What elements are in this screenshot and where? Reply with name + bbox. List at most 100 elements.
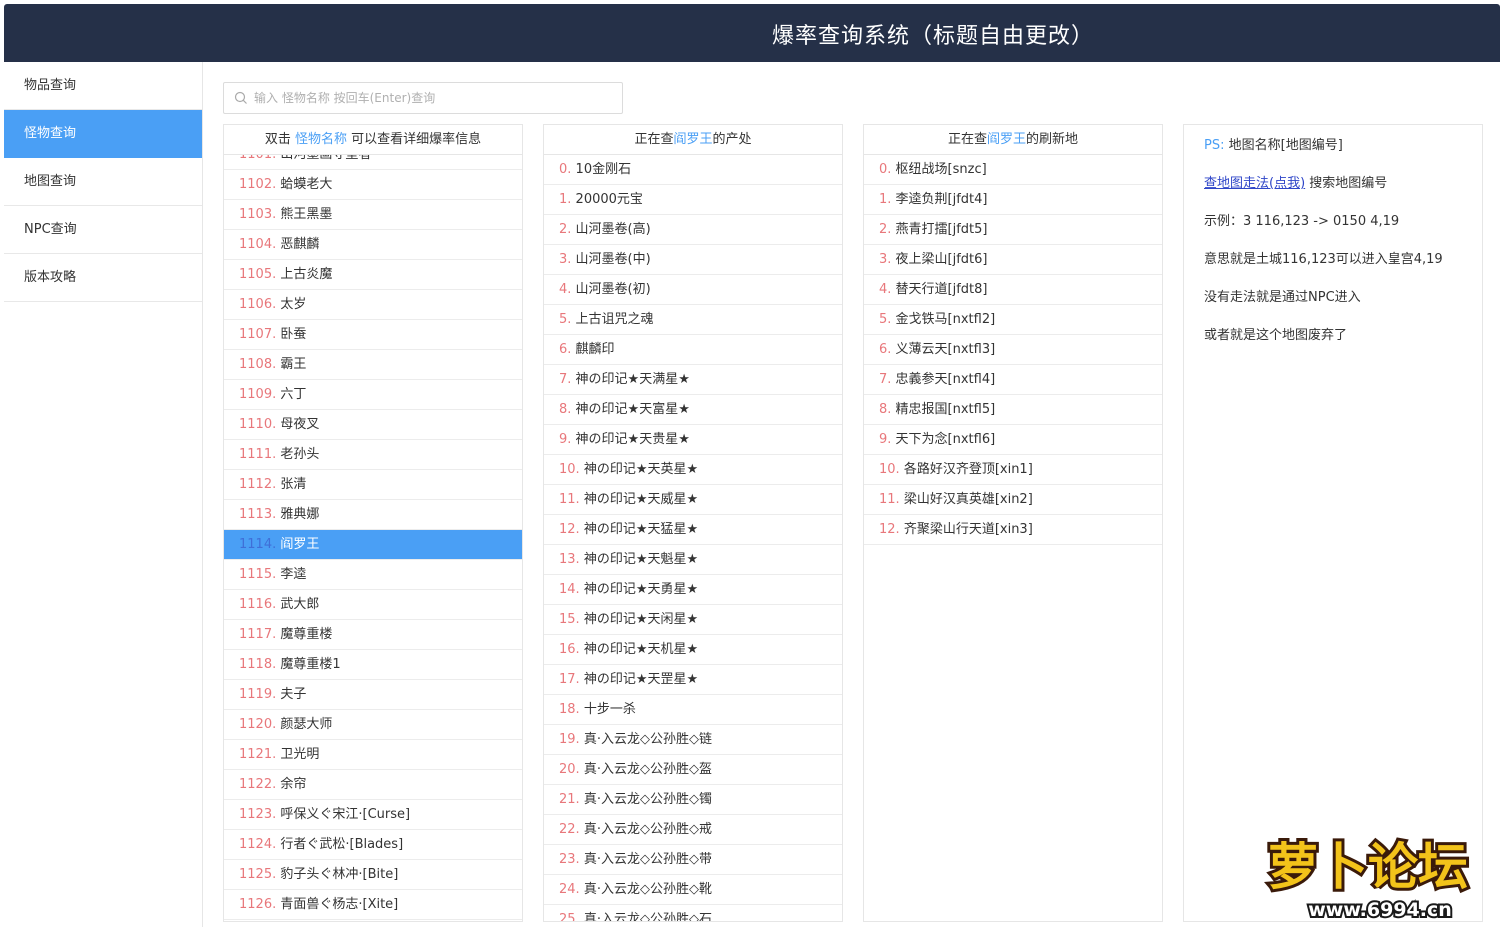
row-name: 呼保义ぐ宋江·[Curse] [280,807,411,822]
sidebar-item-item-query[interactable]: 物品查询 [4,62,202,110]
row-index-dot: . [575,642,584,657]
monster-row[interactable]: 1104. 恶麒麟 [224,230,522,260]
map-row[interactable]: 12. 齐聚梁山行天道[xin3] [864,515,1162,545]
row-name: 卧蚕 [280,327,307,342]
monster-row[interactable]: 1120. 颜瑟大师 [224,710,522,740]
sidebar-item-npc-query[interactable]: NPC查询 [4,206,202,254]
monster-row[interactable]: 1114. 阎罗王 [224,530,522,560]
map-route-link[interactable]: 查地图走法(点我) [1204,176,1305,191]
monster-row[interactable]: 1110. 母夜叉 [224,410,522,440]
monster-row[interactable]: 1102. 蛤蟆老大 [224,170,522,200]
row-name: 神の印记★天罡星★ [583,672,699,687]
drop-row[interactable]: 24. 真·入云龙◇公孙胜◇靴 [544,875,842,905]
monster-row[interactable]: 1122. 余帘 [224,770,522,800]
monster-row[interactable]: 1116. 武大郎 [224,590,522,620]
monster-row[interactable]: 1115. 李逵 [224,560,522,590]
row-name: 阎罗王 [280,537,320,552]
row-index-dot: . [895,462,904,477]
monster-row[interactable]: 1119. 夫子 [224,680,522,710]
row-name: 夫子 [280,687,307,702]
monster-row[interactable]: 1123. 呼保义ぐ宋江·[Curse] [224,800,522,830]
drop-row[interactable]: 5. 上古诅咒之魂 [544,305,842,335]
drop-row[interactable]: 18. 十步一杀 [544,695,842,725]
monster-list[interactable]: 1101. 山河墨画守壁者1102. 蛤蟆老大1103. 熊王黑墨1104. 恶… [224,155,522,921]
search-box[interactable] [223,82,623,114]
drop-row[interactable]: 16. 神の印记★天机星★ [544,635,842,665]
monster-row[interactable]: 1109. 六丁 [224,380,522,410]
monster-row[interactable]: 1112. 张清 [224,470,522,500]
row-name: 金戈铁马[nxtfl2] [895,312,996,327]
drop-row[interactable]: 10. 神の印记★天英星★ [544,455,842,485]
drop-row[interactable]: 25. 真·入云龙◇公孙胜◇石 [544,905,842,922]
map-row[interactable]: 8. 精忠报国[nxtfl5] [864,395,1162,425]
monster-row[interactable]: 1117. 魔尊重楼 [224,620,522,650]
maps-list[interactable]: 0. 枢纽战场[snzc] 1. 李逵负荆[jfdt4] 2. 燕青打擂[jfdt5… [864,155,1162,921]
drop-row[interactable]: 0. 10金刚石 [544,155,842,185]
monster-row[interactable]: 1107. 卧蚕 [224,320,522,350]
drop-row[interactable]: 12. 神の印记★天猛星★ [544,515,842,545]
map-row[interactable]: 10. 各路好汉齐登顶[xin1] [864,455,1162,485]
row-index: 23 [559,852,576,867]
row-name: 神の印记★天勇星★ [583,582,699,597]
monster-row[interactable]: 1118. 魔尊重楼1 [224,650,522,680]
drop-row[interactable]: 22. 真·入云龙◇公孙胜◇戒 [544,815,842,845]
drop-row[interactable]: 11. 神の印记★天威星★ [544,485,842,515]
drop-row[interactable]: 4. 山河墨卷(初) [544,275,842,305]
info-ps-line: PS: 地图名称[地图编号] [1204,131,1462,169]
row-index: 1114 [239,537,273,552]
drop-row[interactable]: 8. 神の印记★天富星★ [544,395,842,425]
row-index-dot: . [567,222,576,237]
map-row[interactable]: 3. 夜上梁山[jfdt6] [864,245,1162,275]
row-index-dot: . [575,672,584,687]
sidebar-item-map-query[interactable]: 地图查询 [4,158,202,206]
map-row[interactable]: 2. 燕青打擂[jfdt5] [864,215,1162,245]
map-row[interactable]: 7. 忠義参天[nxtfl4] [864,365,1162,395]
drop-row[interactable]: 6. 麒麟印 [544,335,842,365]
sidebar-item-monster-query[interactable]: 怪物查询 [4,110,202,158]
map-row[interactable]: 6. 义薄云天[nxtfl3] [864,335,1162,365]
drop-row[interactable]: 21. 真·入云龙◇公孙胜◇镯 [544,785,842,815]
monster-row[interactable]: 1113. 雅典娜 [224,500,522,530]
drop-row[interactable]: 15. 神の印记★天闲星★ [544,605,842,635]
search-icon [234,91,247,104]
monster-row[interactable]: 1124. 行者ぐ武松·[Blades] [224,830,522,860]
map-row[interactable]: 0. 枢纽战场[snzc] [864,155,1162,185]
row-index-dot: . [575,762,584,777]
drop-row[interactable]: 23. 真·入云龙◇公孙胜◇带 [544,845,842,875]
map-row[interactable]: 11. 梁山好汉真英雄[xin2] [864,485,1162,515]
monster-row[interactable]: 1105. 上古炎魔 [224,260,522,290]
map-row[interactable]: 5. 金戈铁马[nxtfl2] [864,305,1162,335]
drop-row[interactable]: 7. 神の印记★天满星★ [544,365,842,395]
map-row[interactable]: 9. 天下为念[nxtfl6] [864,425,1162,455]
row-name: 真·入云龙◇公孙胜◇带 [583,852,712,867]
map-row[interactable]: 1. 李逵负荆[jfdt4] [864,185,1162,215]
monster-row[interactable]: 1125. 豹子头ぐ林冲·[Bite] [224,860,522,890]
drop-row[interactable]: 20. 真·入云龙◇公孙胜◇盔 [544,755,842,785]
row-index-dot: . [567,402,576,417]
monster-row[interactable]: 1108. 霸王 [224,350,522,380]
monster-header-suffix: 可以查看详细爆率信息 [347,132,482,147]
search-input[interactable] [254,87,614,109]
map-row[interactable]: 4. 替天行道[jfdt8] [864,275,1162,305]
monster-row[interactable]: 1106. 太岁 [224,290,522,320]
monster-row[interactable]: 1101. 山河墨画守壁者 [224,155,522,170]
row-name: 真·入云龙◇公孙胜◇戒 [583,822,712,837]
drop-row[interactable]: 3. 山河墨卷(中) [544,245,842,275]
drop-row[interactable]: 17. 神の印记★天罡星★ [544,665,842,695]
drops-list[interactable]: 0. 10金刚石 1. 20000元宝 2. 山河墨卷(高) 3. 山河墨卷(中) 4.… [544,155,842,922]
drop-row[interactable]: 19. 真·入云龙◇公孙胜◇链 [544,725,842,755]
row-name: 山河墨画守壁者 [280,155,371,162]
monster-row[interactable]: 1126. 青面兽ぐ杨志·[Xite] [224,890,522,920]
drop-row[interactable]: 1. 20000元宝 [544,185,842,215]
monster-row[interactable]: 1111. 老孙头 [224,440,522,470]
drop-row[interactable]: 9. 神の印记★天贵星★ [544,425,842,455]
monster-row[interactable]: 1121. 卫光明 [224,740,522,770]
drop-row[interactable]: 13. 神の印记★天魁星★ [544,545,842,575]
drop-row[interactable]: 2. 山河墨卷(高) [544,215,842,245]
drop-row[interactable]: 14. 神の印记★天勇星★ [544,575,842,605]
sidebar-item-version-guide[interactable]: 版本攻略 [4,254,202,302]
row-index-dot: . [567,312,576,327]
row-name: 真·入云龙◇公孙胜◇石 [583,912,712,922]
row-index: 1118 [239,657,273,672]
monster-row[interactable]: 1103. 熊王黑墨 [224,200,522,230]
